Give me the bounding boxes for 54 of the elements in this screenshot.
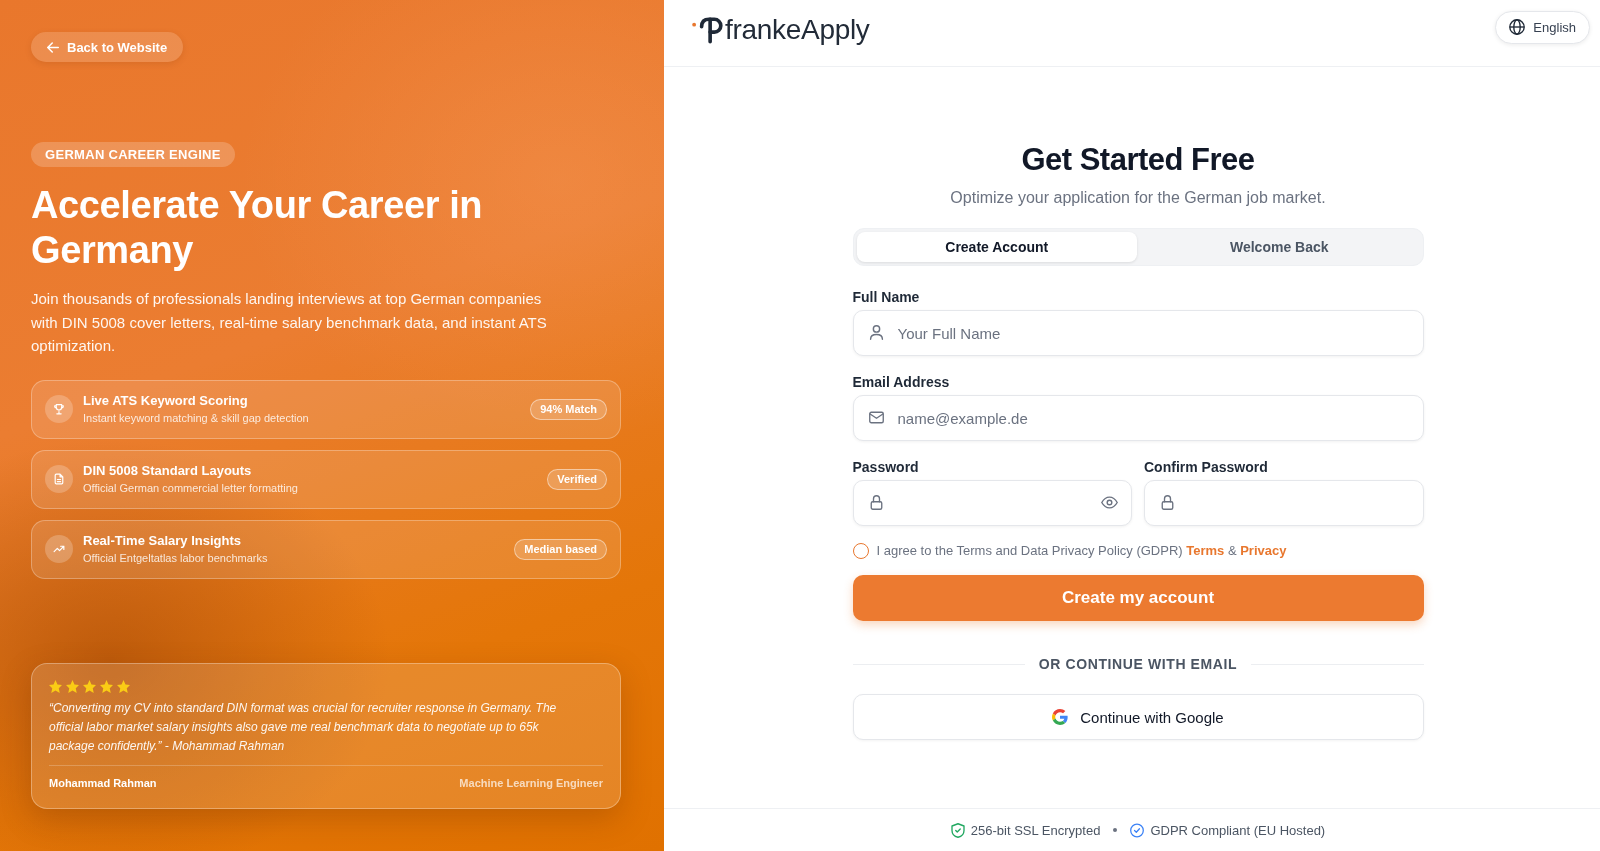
section-badge: GERMAN CAREER ENGINE — [31, 142, 235, 167]
trophy-icon — [45, 395, 73, 423]
check-circle-icon — [1130, 822, 1145, 838]
google-button[interactable]: Continue with Google — [852, 694, 1424, 740]
language-button[interactable]: English — [1495, 10, 1590, 44]
feature-tag: Verified — [547, 468, 607, 490]
brand-name: frankeApply — [725, 14, 870, 46]
feature-title: Live ATS Keyword Scoring — [83, 393, 248, 409]
globe-icon — [1509, 19, 1526, 35]
star-icon — [83, 680, 96, 693]
field-label: Confirm Password — [1144, 458, 1269, 476]
document-icon — [45, 465, 73, 493]
testimonial-quote: “Converting my CV into standard DIN format was crucial for recruiter response in Germany. The official labor market salary insights also gave me real benchmark data to negotiate up to 65k package confidently.” - Mohammad Rahman — [49, 700, 558, 755]
feature-tag: Median based — [514, 538, 607, 560]
field-label: Email Address — [852, 373, 951, 391]
input-field[interactable] — [852, 480, 1132, 526]
hero-intro: Join thousands of professionals landing interviews at top German companies with DIN 5008 cover letters, real-time salary benchmark data, and instant ATS optimization. — [31, 289, 548, 356]
page-subtitle: Optimize your application for the German job market. — [949, 188, 1327, 208]
author-name: Mohammad Rahman — [49, 776, 157, 790]
input-field[interactable]: Your Full Name — [852, 310, 1424, 356]
shield-check-icon — [950, 822, 965, 838]
input-field[interactable] — [1144, 480, 1424, 526]
footer-note: GDPR Compliant (EU Hosted) — [1150, 822, 1326, 838]
page-title: Get Started Free — [1020, 142, 1256, 178]
mail-icon — [868, 410, 884, 425]
logo-mark-icon — [692, 16, 724, 44]
user-icon — [868, 325, 884, 340]
star-icon — [49, 680, 62, 693]
google-icon — [1052, 709, 1069, 725]
tab[interactable]: Welcome Back — [1139, 232, 1420, 262]
lock-icon — [868, 495, 884, 510]
hero-headline: Accelerate Your Career in Germany — [31, 183, 484, 273]
divider-label: OR CONTINUE WITH EMAIL — [1038, 655, 1238, 673]
tab[interactable]: Create Account — [856, 232, 1137, 262]
feature-title: Real-Time Salary Insights — [83, 533, 241, 549]
feature-description: Instant keyword matching & skill gap detection — [83, 411, 309, 425]
star-icon — [117, 680, 130, 693]
trend-up-icon — [45, 535, 73, 563]
separator-dot-icon — [1113, 828, 1118, 832]
consent-text: I agree to the Terms and Data Privacy Policy (GDPR) Terms & Privacy — [876, 542, 1287, 560]
footer-note: 256-bit SSL Encrypted — [970, 822, 1101, 838]
star-icon — [66, 680, 79, 693]
feature-title: DIN 5008 Standard Layouts — [83, 463, 252, 479]
star-icon — [100, 680, 113, 693]
field-label: Password — [852, 458, 920, 476]
feature-description: Official Entgeltatlas labor benchmarks — [83, 551, 268, 565]
author-role: Machine Learning Engineer — [459, 776, 603, 790]
input-field[interactable]: name@example.de — [852, 395, 1424, 441]
lock-icon — [1160, 495, 1175, 510]
feature-description: Official German commercial letter formatting — [83, 481, 298, 495]
arrow-left-icon — [47, 41, 59, 53]
feature-tag: 94% Match — [530, 398, 607, 420]
eye-icon[interactable] — [1101, 496, 1118, 509]
field-label: Full Name — [852, 288, 921, 306]
